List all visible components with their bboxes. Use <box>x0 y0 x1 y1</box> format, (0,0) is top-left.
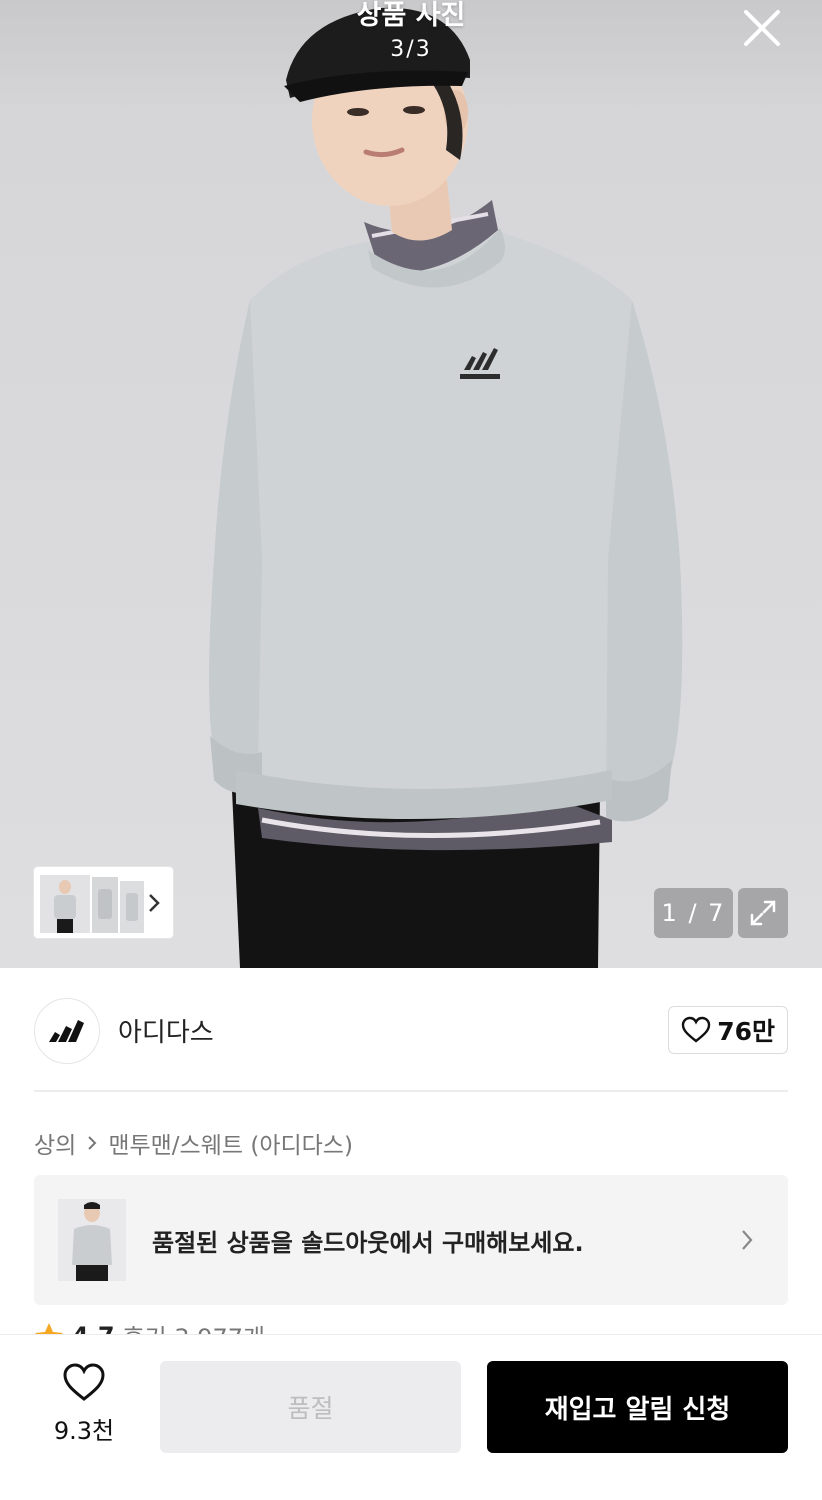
close-icon <box>744 10 780 46</box>
wishlist-button[interactable]: 9.3천 <box>34 1363 134 1446</box>
brand-like-count: 76만 <box>717 1017 775 1046</box>
heart-outline-icon <box>63 1363 105 1401</box>
image-counter: 1 / 7 <box>654 888 733 938</box>
brand-like-button[interactable]: 76만 <box>668 1006 788 1054</box>
banner-text: 품절된 상품을 솔드아웃에서 구매해보세요. <box>152 1229 584 1257</box>
image-index: 3/3 <box>390 37 432 62</box>
adidas-logo <box>49 1020 84 1042</box>
restock-alert-button[interactable]: 재입고 알림 신청 <box>487 1361 788 1453</box>
expand-icon <box>750 900 776 926</box>
soldout-button: 품절 <box>160 1361 461 1453</box>
chevron-right-icon <box>149 894 160 912</box>
rating-score: 4.7 <box>72 1322 115 1335</box>
chevron-right-icon <box>88 1136 97 1150</box>
star-icon <box>35 1322 63 1334</box>
brand-name[interactable]: 아디다스 <box>118 1012 214 1049</box>
breadcrumb-category[interactable]: 상의 <box>34 1126 76 1160</box>
rating-row[interactable]: 4.7 후기 3,977개 <box>34 1316 434 1334</box>
soldout-promo-banner[interactable]: 품절된 상품을 솔드아웃에서 구매해보세요. <box>34 1175 788 1305</box>
heart-outline-icon <box>682 1016 711 1043</box>
bottom-action-bar: 9.3천 품절 재입고 알림 신청 <box>0 1334 822 1500</box>
review-count[interactable]: 후기 3,977개 <box>123 1318 266 1334</box>
breadcrumb: 상의 맨투맨/스웨트 (아디다스) <box>34 1126 353 1160</box>
wishlist-count: 9.3천 <box>53 1417 115 1445</box>
breadcrumb-subcategory[interactable]: 맨투맨/스웨트 (아디다스) <box>108 1126 353 1160</box>
chevron-right-icon <box>742 1230 753 1250</box>
product-photo-viewer[interactable]: 상품 사진 3/3 1 / 7 <box>0 0 822 968</box>
expand-button[interactable] <box>738 888 788 938</box>
brand-logo[interactable] <box>34 998 100 1064</box>
thumbnail-images <box>40 875 144 933</box>
brand-row[interactable]: 아디다스 76만 <box>34 996 788 1066</box>
product-photo <box>209 7 683 968</box>
close-button[interactable] <box>740 6 784 50</box>
banner-product-thumbnail <box>58 1199 126 1281</box>
divider <box>34 1090 788 1092</box>
viewer-title: 상품 사진 <box>356 0 466 31</box>
thumbnail-strip[interactable] <box>34 867 173 938</box>
viewer-header: 상품 사진 3/3 <box>0 0 822 64</box>
